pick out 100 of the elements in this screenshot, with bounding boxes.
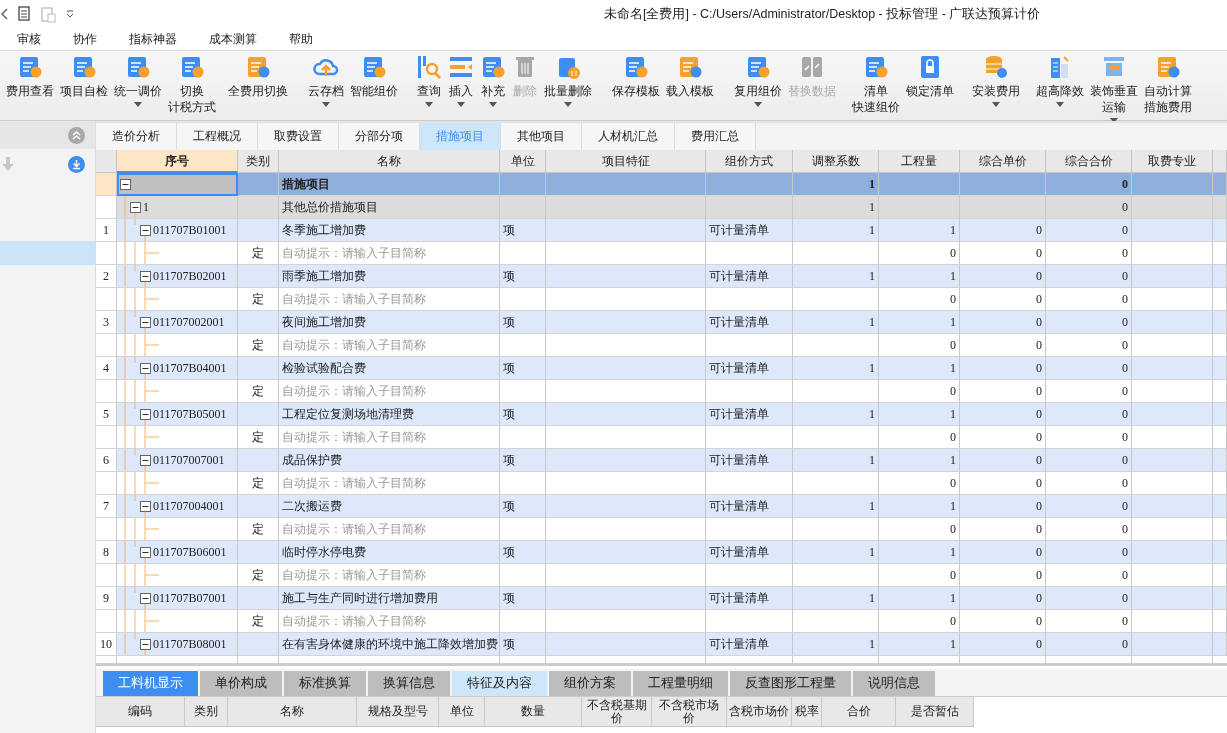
row-number-cell: 3 bbox=[96, 311, 117, 334]
tab[interactable]: 工程量明细 bbox=[633, 671, 728, 696]
name-input[interactable]: 自动提示：请输入子目简称 bbox=[282, 610, 496, 632]
toolbar-button[interactable]: 费用查看 bbox=[3, 51, 57, 99]
column-header[interactable]: 税率 bbox=[792, 697, 822, 727]
code-text: 011707B06001 bbox=[153, 545, 227, 559]
toolbar-button[interactable]: 锁定清单 bbox=[903, 51, 957, 99]
name-input[interactable]: 自动提示：请输入子目简称 bbox=[282, 564, 496, 586]
tab[interactable]: 说明信息 bbox=[853, 671, 935, 696]
column-header[interactable]: 是否暂估 bbox=[896, 697, 974, 727]
collapse-box-icon[interactable] bbox=[120, 179, 131, 190]
column-header[interactable]: 工程量 bbox=[879, 150, 960, 173]
toolbar-button[interactable]: 复用组价 bbox=[731, 51, 785, 107]
name-input[interactable]: 自动提示：请输入子目简称 bbox=[282, 472, 496, 494]
collapse-box-icon[interactable] bbox=[140, 225, 151, 236]
toolbar-button[interactable]: 超高降效 bbox=[1033, 51, 1087, 107]
table-cell: 1 bbox=[879, 633, 960, 656]
caret-icon bbox=[489, 102, 497, 107]
collapse-box-icon[interactable] bbox=[140, 593, 151, 604]
code-text: 011707B05001 bbox=[153, 407, 227, 421]
search-icon bbox=[416, 54, 442, 80]
caret-icon[interactable] bbox=[65, 9, 75, 19]
caret-icon bbox=[322, 102, 330, 107]
toolbar-button[interactable]: 清单 快速组价 bbox=[849, 51, 903, 115]
tab[interactable]: 单价构成 bbox=[200, 671, 282, 696]
toolbar-button[interactable]: 项目自检 bbox=[57, 51, 111, 99]
row-number-cell: 5 bbox=[96, 403, 117, 426]
name-input[interactable]: 自动提示：请输入子目简称 bbox=[282, 288, 496, 310]
collapse-box-icon[interactable] bbox=[140, 455, 151, 466]
column-header[interactable]: 综合合价 bbox=[1046, 150, 1132, 173]
column-header[interactable]: 规格及型号 bbox=[357, 697, 439, 727]
column-header[interactable]: 含税市场价 bbox=[727, 697, 792, 727]
tab[interactable]: 组价方案 bbox=[549, 671, 631, 696]
tab[interactable]: 特征及内容 bbox=[452, 671, 547, 696]
collapse-box-icon[interactable] bbox=[130, 202, 141, 213]
column-header[interactable]: 项目特征 bbox=[546, 150, 706, 173]
toolbar-button[interactable]: 补充 bbox=[477, 51, 509, 107]
menu-item[interactable]: 成本测算 bbox=[192, 30, 272, 48]
tab[interactable]: 反查图形工程量 bbox=[730, 671, 851, 696]
collapse-box-icon[interactable] bbox=[140, 409, 151, 420]
collapse-box-icon[interactable] bbox=[140, 501, 151, 512]
menu-item[interactable]: 协作 bbox=[56, 30, 112, 48]
column-header[interactable]: 组价方式 bbox=[706, 150, 793, 173]
column-header[interactable]: 类别 bbox=[185, 697, 228, 727]
table-cell: 0 bbox=[1046, 633, 1132, 656]
column-header[interactable]: 数量 bbox=[485, 697, 582, 727]
download-icon[interactable] bbox=[68, 155, 85, 173]
caret-icon bbox=[134, 102, 142, 107]
toolbar-button[interactable]: 查询 bbox=[413, 51, 445, 107]
name-input[interactable]: 自动提示：请输入子目简称 bbox=[282, 242, 496, 264]
column-header[interactable]: 编码 bbox=[96, 697, 185, 727]
caret-icon bbox=[992, 102, 1000, 107]
clipboard-icon[interactable] bbox=[40, 5, 56, 23]
doc-icon bbox=[17, 54, 43, 80]
collapse-box-icon[interactable] bbox=[140, 639, 151, 650]
toolbar-button[interactable]: 云存档 bbox=[305, 51, 347, 107]
code-text: 1 bbox=[143, 200, 149, 214]
column-header[interactable]: 取费专业 bbox=[1132, 150, 1213, 173]
column-header[interactable]: 单位 bbox=[500, 150, 546, 173]
toolbar-button[interactable]: 插入 bbox=[445, 51, 477, 107]
column-header[interactable]: 单位 bbox=[439, 697, 485, 727]
toolbar-button[interactable]: 保存模板 bbox=[609, 51, 663, 99]
column-header[interactable]: 综合单价 bbox=[960, 150, 1046, 173]
tab[interactable]: 标准换算 bbox=[284, 671, 366, 696]
undo-icon[interactable] bbox=[0, 7, 8, 21]
toolbar-button[interactable]: 切换 计税方式 bbox=[165, 51, 219, 115]
toolbar-button[interactable]: 载入模板 bbox=[663, 51, 717, 99]
name-input[interactable]: 自动提示：请输入子目简称 bbox=[282, 334, 496, 356]
toolbar-button[interactable]: 自动计算 措施费用 bbox=[1141, 51, 1195, 115]
collapse-box-icon[interactable] bbox=[140, 547, 151, 558]
bars-icon bbox=[448, 54, 474, 80]
caret-icon bbox=[457, 102, 465, 107]
column-header[interactable]: 名称 bbox=[279, 150, 500, 173]
column-header[interactable]: 序号 bbox=[117, 150, 238, 173]
name-input[interactable]: 自动提示：请输入子目简称 bbox=[282, 380, 496, 402]
toolbar-button[interactable]: 统一调价 bbox=[111, 51, 165, 107]
column-header[interactable]: 合价 bbox=[822, 697, 896, 727]
column-header[interactable]: 名称 bbox=[228, 697, 357, 727]
toolbar-button[interactable]: 智能组价 bbox=[347, 51, 401, 99]
collapse-box-icon[interactable] bbox=[140, 317, 151, 328]
column-header[interactable]: 调整系数 bbox=[793, 150, 879, 173]
name-input[interactable]: 自动提示：请输入子目简称 bbox=[282, 518, 496, 540]
toolbar-button[interactable]: 批量删除 bbox=[541, 51, 595, 107]
collapse-box-icon[interactable] bbox=[140, 363, 151, 374]
row-number-cell: 4 bbox=[96, 357, 117, 380]
caret-icon bbox=[564, 102, 572, 107]
name-input[interactable]: 自动提示：请输入子目简称 bbox=[282, 426, 496, 448]
menu-item[interactable]: 帮助 bbox=[272, 30, 328, 48]
menu-item[interactable]: 指标神器 bbox=[112, 30, 192, 48]
column-header[interactable]: 不含税市场价 bbox=[652, 697, 727, 727]
toolbar-button[interactable]: 全费用切换 bbox=[225, 51, 291, 99]
column-header[interactable]: 类别 bbox=[238, 150, 279, 173]
db-icon bbox=[983, 54, 1009, 80]
collapse-box-icon[interactable] bbox=[140, 271, 151, 282]
toolbar-button[interactable]: 安装费用 bbox=[969, 51, 1023, 107]
menu-item[interactable]: 审核 bbox=[0, 30, 56, 48]
code-text: 011707007001 bbox=[153, 453, 225, 467]
document-icon[interactable] bbox=[17, 6, 31, 22]
column-header[interactable]: 不含税基期价 bbox=[582, 697, 652, 727]
tab[interactable]: 换算信息 bbox=[368, 671, 450, 696]
